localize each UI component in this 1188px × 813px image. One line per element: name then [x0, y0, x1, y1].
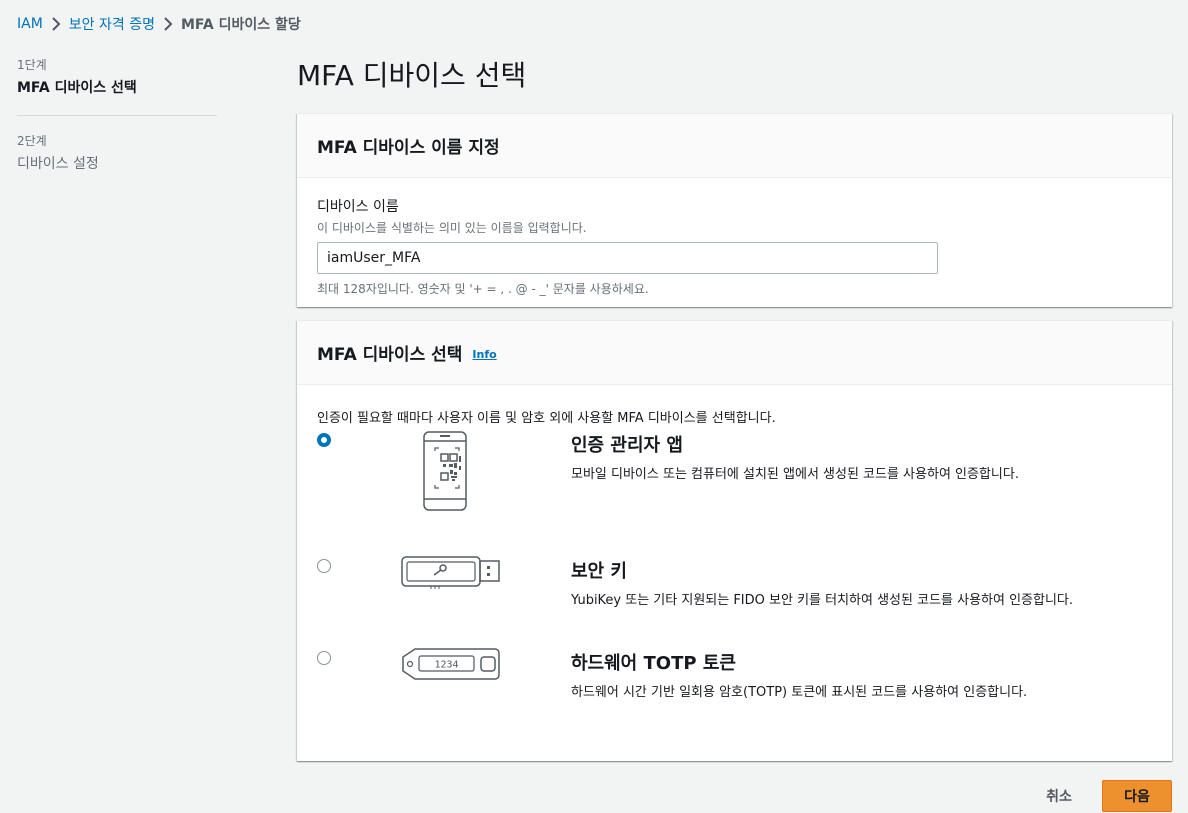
step-1-number: 1단계 — [17, 58, 47, 72]
step-2-title: 디바이스 설정 — [17, 156, 99, 172]
chevron-right-icon — [155, 16, 181, 32]
breadcrumb: IAM 보안 자격 증명 MFA 디바이스 할당 — [17, 14, 301, 34]
device-select-panel-header: MFA 디바이스 선택 Info — [297, 321, 1172, 385]
totp-token-digits: 1234 — [434, 660, 458, 671]
option-security-key[interactable]: 보안 키 YubiKey 또는 기타 지원되는 FIDO 보안 키를 터치하여 … — [297, 556, 1172, 619]
breadcrumb-current: MFA 디바이스 할당 — [180, 17, 301, 33]
step-divider — [17, 115, 217, 116]
device-name-constraint: 최대 128자입니다. 영숫자 및 '+ = , . @ - _' 문자를 사용… — [317, 282, 649, 296]
device-name-input[interactable] — [317, 242, 938, 274]
chevron-right-icon — [43, 16, 69, 32]
option-hardware-totp[interactable]: 1234 하드웨어 TOTP 토큰 하드웨어 시간 기반 일회용 암호(TOTP… — [297, 648, 1172, 711]
totp-token-icon: 1234 — [401, 647, 501, 685]
device-select-intro: 인증이 필요할 때마다 사용자 이름 및 암호 외에 사용할 MFA 디바이스를… — [317, 411, 776, 426]
page-title: MFA 디바이스 선택 — [297, 59, 527, 92]
step-1-title: MFA 디바이스 선택 — [17, 80, 137, 96]
cancel-button[interactable]: 취소 — [1034, 780, 1084, 812]
usb-security-key-icon — [401, 555, 501, 593]
device-name-label: 디바이스 이름 — [317, 199, 399, 215]
phone-qr-icon — [423, 431, 467, 515]
breadcrumb-iam-link[interactable]: IAM — [17, 16, 43, 32]
device-select-panel: MFA 디바이스 선택 Info 인증이 필요할 때마다 사용자 이름 및 암호… — [297, 320, 1172, 761]
device-name-description: 이 디바이스를 식별하는 의미 있는 이름을 입력합니다. — [317, 221, 587, 235]
option-hardware-totp-description: 하드웨어 시간 기반 일회용 암호(TOTP) 토큰에 표시된 코드를 사용하여… — [571, 685, 1028, 700]
device-name-panel-header: MFA 디바이스 이름 지정 — [297, 114, 1172, 178]
option-hardware-totp-title: 하드웨어 TOTP 토큰 — [571, 653, 736, 674]
wizard-steps: 1단계 MFA 디바이스 선택 2단계 디바이스 설정 — [17, 56, 217, 173]
step-2: 2단계 디바이스 설정 — [17, 132, 217, 173]
device-name-panel-heading: MFA 디바이스 이름 지정 — [317, 138, 500, 158]
radio-hardware-totp[interactable] — [317, 651, 331, 665]
device-select-panel-heading: MFA 디바이스 선택 — [317, 345, 463, 365]
device-name-panel: MFA 디바이스 이름 지정 디바이스 이름 이 디바이스를 식별하는 의미 있… — [297, 113, 1172, 307]
option-authenticator-app[interactable]: 인증 관리자 앱 모바일 디바이스 또는 컴퓨터에 설치된 앱에서 생성된 코드… — [297, 431, 1172, 523]
option-security-key-title: 보안 키 — [571, 561, 627, 582]
option-security-key-description: YubiKey 또는 기타 지원되는 FIDO 보안 키를 터치하여 생성된 코… — [571, 593, 1074, 608]
option-authenticator-app-title: 인증 관리자 앱 — [571, 435, 683, 456]
radio-security-key[interactable] — [317, 559, 331, 573]
radio-authenticator-app[interactable] — [317, 433, 331, 447]
breadcrumb-security-credentials-link[interactable]: 보안 자격 증명 — [69, 14, 155, 34]
next-button[interactable]: 다음 — [1102, 780, 1172, 812]
step-2-number: 2단계 — [17, 134, 47, 148]
option-authenticator-app-description: 모바일 디바이스 또는 컴퓨터에 설치된 앱에서 생성된 코드를 사용하여 인증… — [571, 467, 1019, 482]
info-link[interactable]: Info — [472, 348, 496, 361]
step-1: 1단계 MFA 디바이스 선택 — [17, 56, 217, 97]
device-name-field: 디바이스 이름 이 디바이스를 식별하는 의미 있는 이름을 입력합니다. 최대… — [297, 178, 1172, 297]
